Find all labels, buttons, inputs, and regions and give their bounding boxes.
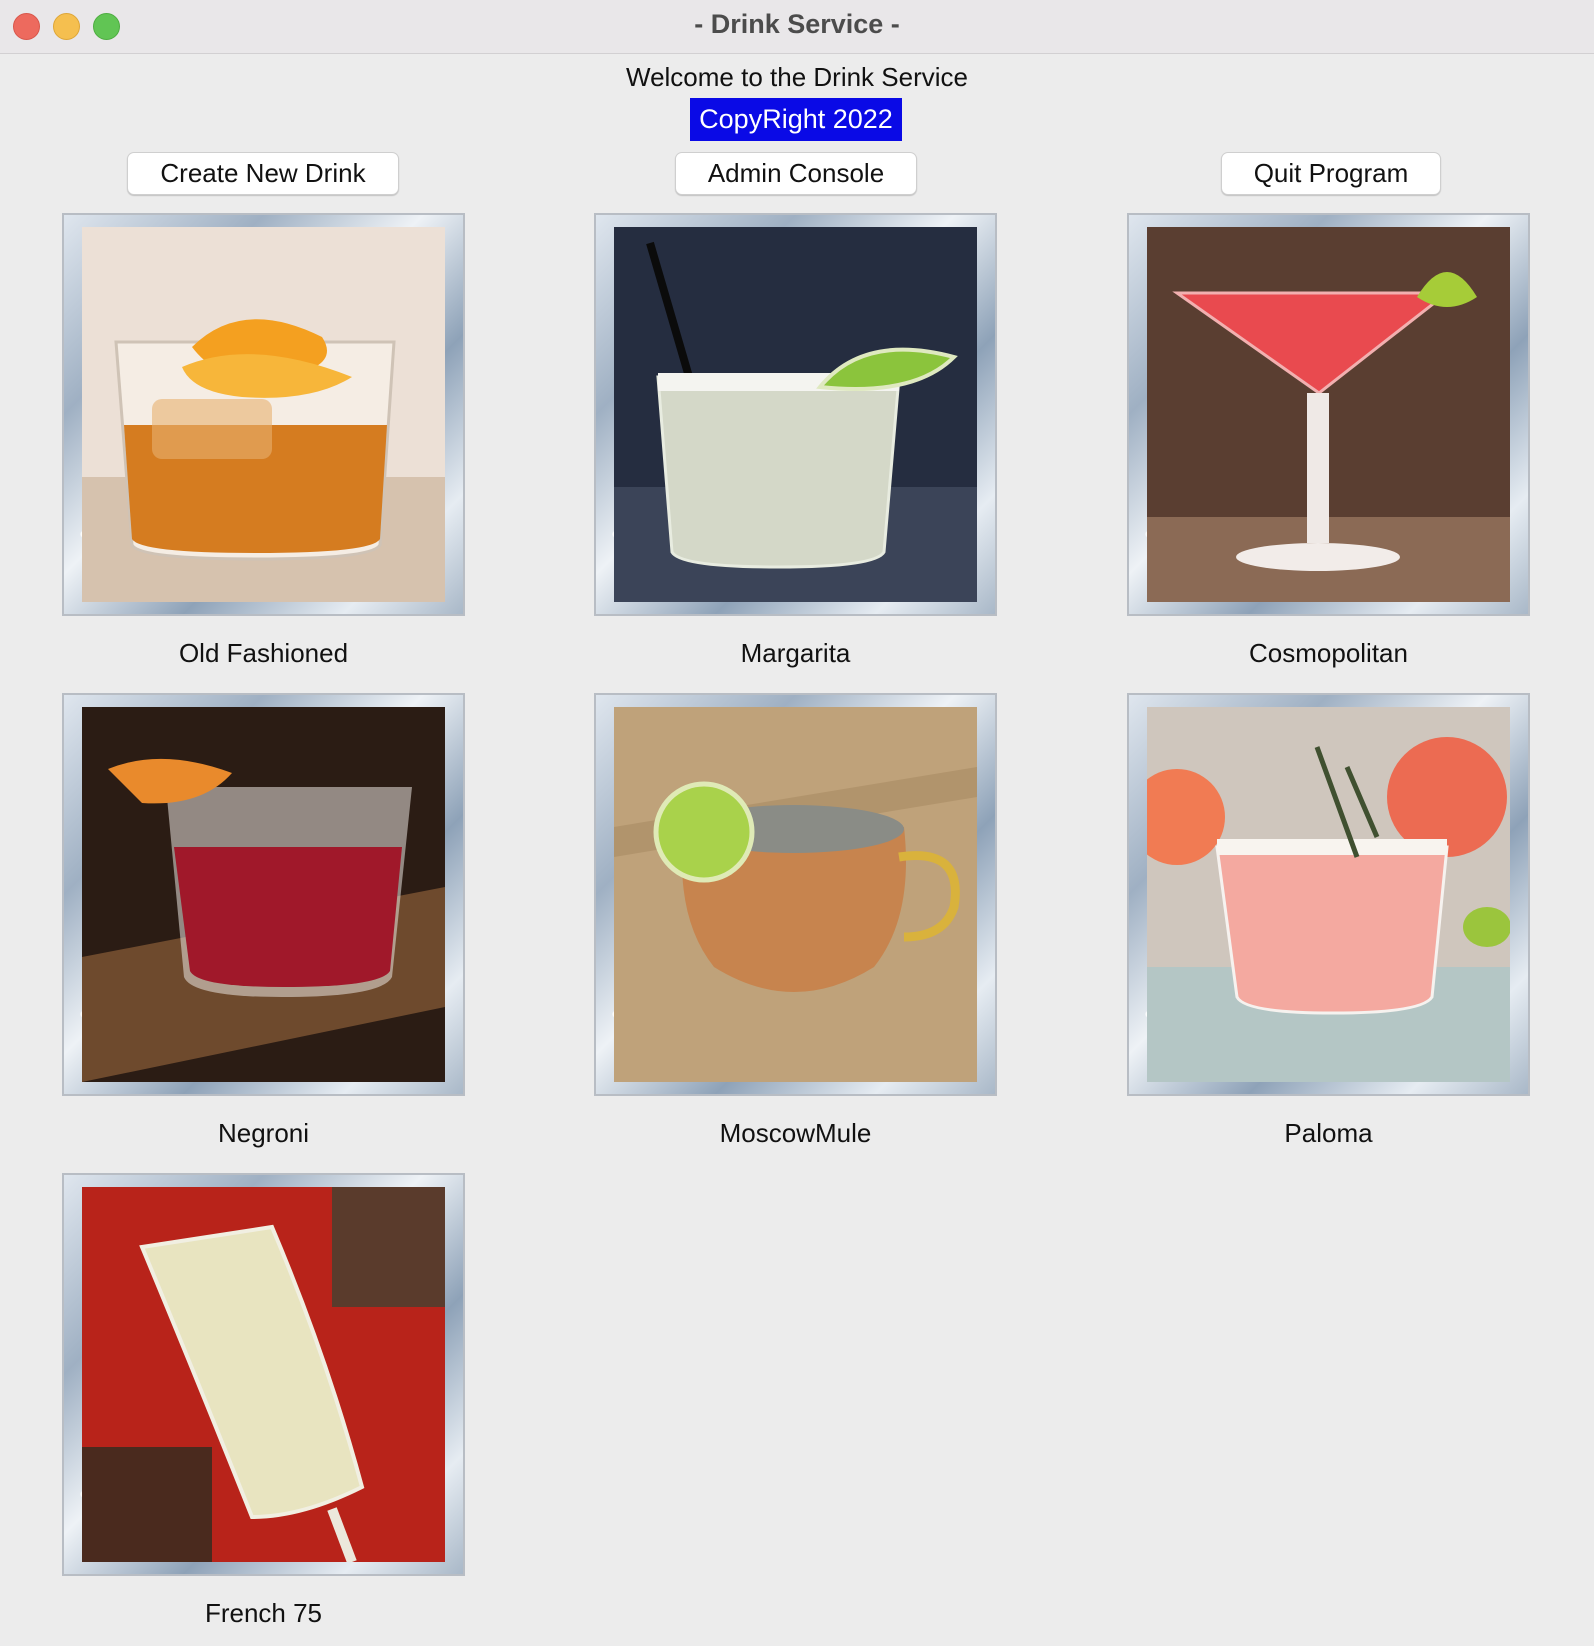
- copyright-badge: CopyRight 2022: [690, 98, 902, 141]
- drink-label: MoscowMule: [719, 1118, 872, 1148]
- moscow-mule-image: [614, 707, 977, 1082]
- negroni-image: [82, 707, 445, 1082]
- margarita-image: [614, 227, 977, 602]
- drink-label: Margarita: [740, 638, 851, 668]
- cosmopolitan-image: [1147, 227, 1510, 602]
- drink-service-window: - Drink Service - Welcome to the Drink S…: [0, 0, 1594, 1646]
- window-title: - Drink Service -: [694, 9, 900, 39]
- drink-card-old-fashioned[interactable]: [62, 213, 465, 616]
- create-new-drink-button[interactable]: Create New Drink: [127, 152, 399, 195]
- drink-card-french-75[interactable]: [62, 1173, 465, 1576]
- drink-card-moscow-mule[interactable]: [594, 693, 997, 1096]
- old-fashioned-image: [82, 227, 445, 602]
- paloma-image: [1147, 707, 1510, 1082]
- drink-card-margarita[interactable]: [594, 213, 997, 616]
- drink-card-cosmopolitan[interactable]: [1127, 213, 1530, 616]
- admin-console-button[interactable]: Admin Console: [675, 152, 917, 195]
- drink-card-negroni[interactable]: [62, 693, 465, 1096]
- drink-label: Paloma: [1284, 1118, 1373, 1148]
- drink-label: Old Fashioned: [178, 638, 349, 668]
- drink-card-paloma[interactable]: [1127, 693, 1530, 1096]
- drink-label: French 75: [204, 1598, 323, 1628]
- quit-program-button[interactable]: Quit Program: [1221, 152, 1441, 195]
- french-75-image: [82, 1187, 445, 1562]
- drink-label: Negroni: [217, 1118, 310, 1148]
- title-bar[interactable]: - Drink Service -: [0, 0, 1594, 54]
- welcome-text: Welcome to the Drink Service: [626, 62, 968, 92]
- drink-label: Cosmopolitan: [1249, 638, 1408, 668]
